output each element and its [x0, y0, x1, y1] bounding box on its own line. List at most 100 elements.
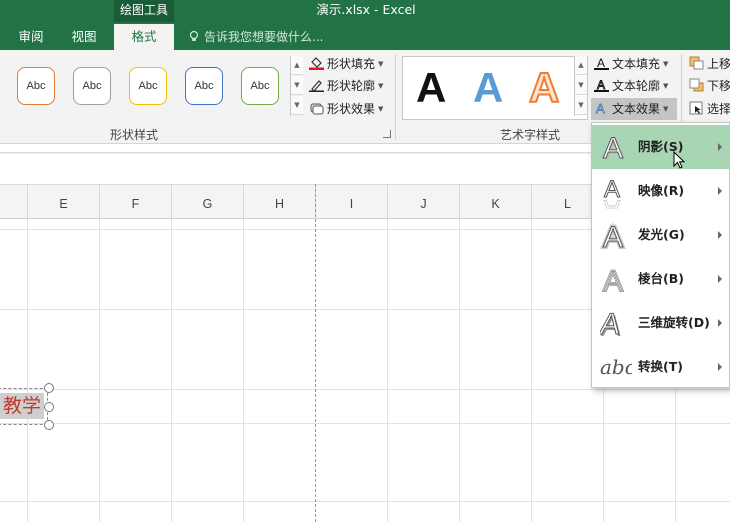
menu-item-shadow[interactable]: A A 阴影(S) — [592, 125, 730, 169]
gallery-down-button[interactable]: ▼ — [575, 76, 587, 95]
chevron-down-icon: ▼ — [378, 82, 384, 90]
text-fill-button[interactable]: A 文本填充 ▼ — [594, 53, 668, 75]
page-break-line — [315, 184, 316, 522]
column-header-i[interactable]: I — [316, 185, 388, 219]
svg-text:A: A — [604, 194, 621, 209]
text-effects-a-icon: A — [596, 101, 606, 115]
group-divider — [395, 54, 396, 140]
wordart-preset-blue[interactable]: A — [473, 64, 503, 112]
submenu-arrow-icon — [718, 363, 722, 371]
submenu-arrow-icon — [718, 143, 722, 151]
text-outline-a-icon: A — [594, 78, 609, 92]
tab-review[interactable]: 审阅 — [14, 24, 48, 50]
grid-line — [171, 219, 172, 522]
menu-item-label: 三维旋转(D) — [638, 315, 710, 330]
shape-style-preset-2[interactable]: Abc — [73, 67, 111, 105]
shape-style-preset-5[interactable]: Abc — [241, 67, 279, 105]
text-outline-label: 文本轮廓 — [612, 79, 661, 93]
pencil-icon — [309, 80, 324, 92]
grid-line — [99, 219, 100, 522]
selection-pane-label: 选择 — [707, 102, 730, 116]
shadow-a-icon: A A — [603, 132, 626, 166]
gallery-more-button[interactable]: ▼ — [575, 96, 587, 115]
submenu-arrow-icon — [718, 319, 722, 327]
submenu-arrow-icon — [718, 187, 722, 195]
resize-handle-right[interactable] — [44, 402, 54, 412]
chevron-down-icon: ▼ — [378, 105, 384, 113]
paint-bucket-icon — [309, 57, 324, 70]
svg-text:A: A — [597, 78, 605, 92]
svg-text:A: A — [596, 101, 605, 115]
column-header-k[interactable]: K — [460, 185, 532, 219]
menu-item-label: 转换(T) — [638, 359, 683, 374]
transform-abc-icon: abc — [600, 355, 632, 379]
shape-style-preset-1[interactable]: Abc — [17, 67, 55, 105]
text-fill-label: 文本填充 — [612, 57, 661, 71]
submenu-arrow-icon — [718, 275, 722, 283]
3d-rotation-a-icon: A A — [600, 308, 625, 341]
grid-line — [0, 423, 730, 424]
wordart-styles-group-label: 艺术字样式 — [500, 128, 561, 142]
shape-outline-button[interactable]: 形状轮廓 ▼ — [309, 75, 383, 97]
menu-item-reflection[interactable]: A A 映像(R) — [592, 169, 730, 213]
menu-item-bevel[interactable]: A A 棱台(B) — [592, 257, 730, 301]
text-effects-button[interactable]: A 文本效果 ▼ — [591, 98, 677, 120]
tab-view[interactable]: 视图 — [66, 24, 102, 50]
column-header-f[interactable]: F — [100, 185, 172, 219]
chevron-down-icon: ▼ — [378, 60, 384, 68]
gallery-more-button[interactable]: ▼ — [291, 96, 303, 115]
title-bar: 绘图工具 演示.xlsx - Excel 审阅 视图 格式 告诉我您想要做什么.… — [0, 0, 730, 50]
svg-text:A: A — [597, 56, 605, 70]
text-outline-button[interactable]: A 文本轮廓 ▼ — [594, 75, 668, 97]
shape-style-preset-4[interactable]: Abc — [185, 67, 223, 105]
tab-format[interactable]: 格式 — [114, 24, 174, 50]
grid-line — [27, 219, 28, 522]
menu-item-3d-rotation[interactable]: A A 三维旋转(D) — [592, 301, 730, 345]
menu-item-label: 发光(G) — [638, 227, 685, 242]
resize-handle-bottom-right[interactable] — [44, 420, 54, 430]
gallery-up-button[interactable]: ▲ — [575, 56, 587, 75]
menu-item-transform[interactable]: abc 转换(T) — [592, 345, 730, 389]
shape-styles-gallery-scroll: ▲ ▼ ▼ — [290, 56, 303, 116]
grid-line — [387, 219, 388, 522]
column-header-h[interactable]: H — [244, 185, 316, 219]
shape-styles-group-label: 形状样式 — [110, 128, 159, 142]
wordart-gallery-scroll: ▲ ▼ ▼ — [574, 56, 587, 116]
resize-handle-top-right[interactable] — [44, 383, 54, 393]
mouse-cursor-icon — [673, 151, 686, 169]
shape-effects-button[interactable]: 形状效果 ▼ — [309, 98, 383, 120]
chevron-down-icon: ▼ — [663, 82, 669, 90]
column-header-e[interactable]: E — [28, 185, 100, 219]
shape-fill-button[interactable]: 形状填充 ▼ — [309, 53, 383, 75]
menu-item-glow[interactable]: A A 发光(G) — [592, 213, 730, 257]
menu-item-label: 映像(R) — [638, 183, 685, 198]
selection-pane-icon — [689, 101, 703, 115]
bring-forward-button[interactable]: 上移 — [689, 53, 730, 75]
shape-fill-label: 形状填充 — [327, 57, 376, 71]
selection-pane-button[interactable]: 选择 — [689, 98, 730, 120]
bring-forward-label: 上移 — [707, 57, 730, 71]
text-fill-a-icon: A — [594, 56, 609, 70]
grid-line — [243, 219, 244, 522]
tell-me-search[interactable]: 告诉我您想要做什么... — [188, 24, 323, 50]
grid-line — [0, 501, 730, 502]
bring-forward-icon — [689, 56, 704, 70]
shape-effects-label: 形状效果 — [327, 102, 376, 116]
send-backward-button[interactable]: 下移 — [689, 75, 730, 97]
gallery-down-button[interactable]: ▼ — [291, 76, 303, 95]
wordart-preset-orange[interactable]: A — [528, 63, 560, 112]
column-header-partial[interactable] — [0, 185, 28, 219]
shape-style-preset-3[interactable]: Abc — [129, 67, 167, 105]
wordart-preset-black[interactable]: A — [416, 64, 446, 112]
column-header-j[interactable]: J — [388, 185, 460, 219]
gallery-up-button[interactable]: ▲ — [291, 56, 303, 75]
svg-text:A: A — [603, 221, 623, 253]
shape-outline-label: 形状轮廓 — [327, 79, 376, 93]
column-header-g[interactable]: G — [172, 185, 244, 219]
shape-effects-icon — [310, 103, 324, 115]
shape-styles-launcher-icon[interactable] — [383, 130, 391, 138]
excel-window: 绘图工具 演示.xlsx - Excel 审阅 视图 格式 告诉我您想要做什么.… — [0, 0, 730, 522]
textbox-text[interactable]: 教学 — [0, 393, 44, 419]
reflection-a-icon: A A — [604, 176, 622, 210]
document-title: 演示.xlsx - Excel — [316, 2, 416, 17]
